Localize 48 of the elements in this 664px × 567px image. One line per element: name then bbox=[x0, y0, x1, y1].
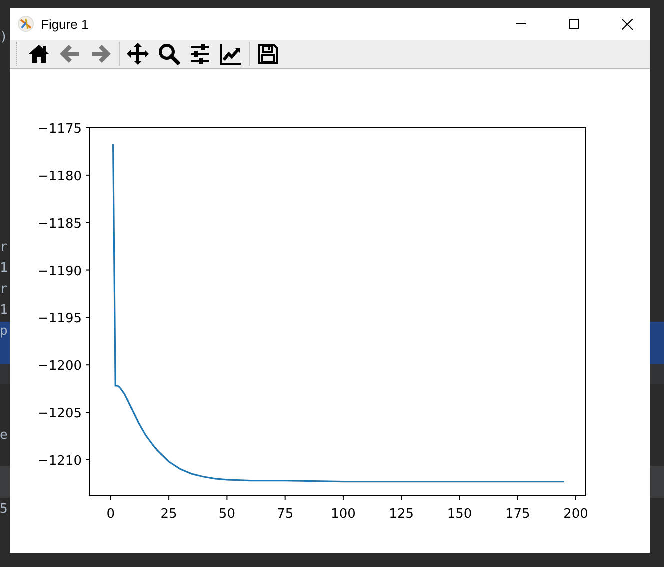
x-tick-label: 125 bbox=[389, 507, 414, 522]
line-chart-icon[interactable] bbox=[218, 41, 244, 67]
y-tick bbox=[86, 364, 90, 366]
code-fragment: r bbox=[0, 240, 8, 256]
code-fragment: 1 bbox=[0, 261, 8, 277]
code-fragment: e bbox=[0, 428, 8, 444]
y-tick-label: −1190 bbox=[38, 264, 82, 280]
y-tick-label: −1180 bbox=[38, 169, 82, 184]
y-tick-label: −1195 bbox=[38, 312, 82, 327]
x-tick-label: 200 bbox=[564, 507, 588, 522]
y-tick-label: −1185 bbox=[38, 216, 82, 232]
code-fragment: r bbox=[0, 282, 8, 298]
code-fragment: ) bbox=[0, 30, 8, 46]
y-tick bbox=[86, 412, 90, 414]
x-tick bbox=[110, 496, 112, 500]
close-icon bbox=[622, 18, 632, 30]
x-tick-label: 25 bbox=[160, 507, 178, 522]
move-arrows-icon[interactable] bbox=[125, 41, 151, 67]
y-tick bbox=[86, 459, 90, 460]
y-tick-label: −1200 bbox=[38, 359, 82, 374]
x-tick-label: 150 bbox=[447, 507, 472, 522]
maximize-icon bbox=[569, 19, 579, 29]
y-tick bbox=[86, 222, 90, 224]
y-tick-label: −1205 bbox=[38, 406, 82, 422]
y-tick bbox=[86, 317, 90, 318]
x-tick-label: 50 bbox=[218, 507, 236, 522]
x-tick-label: 100 bbox=[331, 507, 356, 522]
x-tick-label: 75 bbox=[277, 507, 294, 522]
code-fragment: p bbox=[0, 324, 8, 340]
x-tick-label: 0 bbox=[106, 507, 116, 522]
magnifier-icon[interactable] bbox=[156, 41, 182, 67]
floppy-disk-icon[interactable] bbox=[255, 41, 281, 67]
code-fragment: 1 bbox=[0, 303, 8, 319]
y-tick-label: −1210 bbox=[38, 454, 82, 469]
app-logo-icon bbox=[18, 16, 34, 32]
x-tick bbox=[284, 496, 286, 500]
y-tick bbox=[86, 270, 90, 271]
x-tick-label: 175 bbox=[505, 507, 530, 522]
x-tick bbox=[226, 496, 228, 500]
x-tick bbox=[342, 496, 344, 500]
x-tick bbox=[459, 496, 460, 500]
x-tick bbox=[401, 496, 402, 500]
y-tick bbox=[86, 174, 90, 176]
code-fragment: 5 bbox=[0, 502, 8, 518]
window-title: Figure 1 bbox=[41, 16, 90, 32]
x-tick bbox=[168, 496, 170, 500]
x-tick bbox=[517, 496, 518, 500]
y-tick-label: −1175 bbox=[38, 122, 82, 137]
